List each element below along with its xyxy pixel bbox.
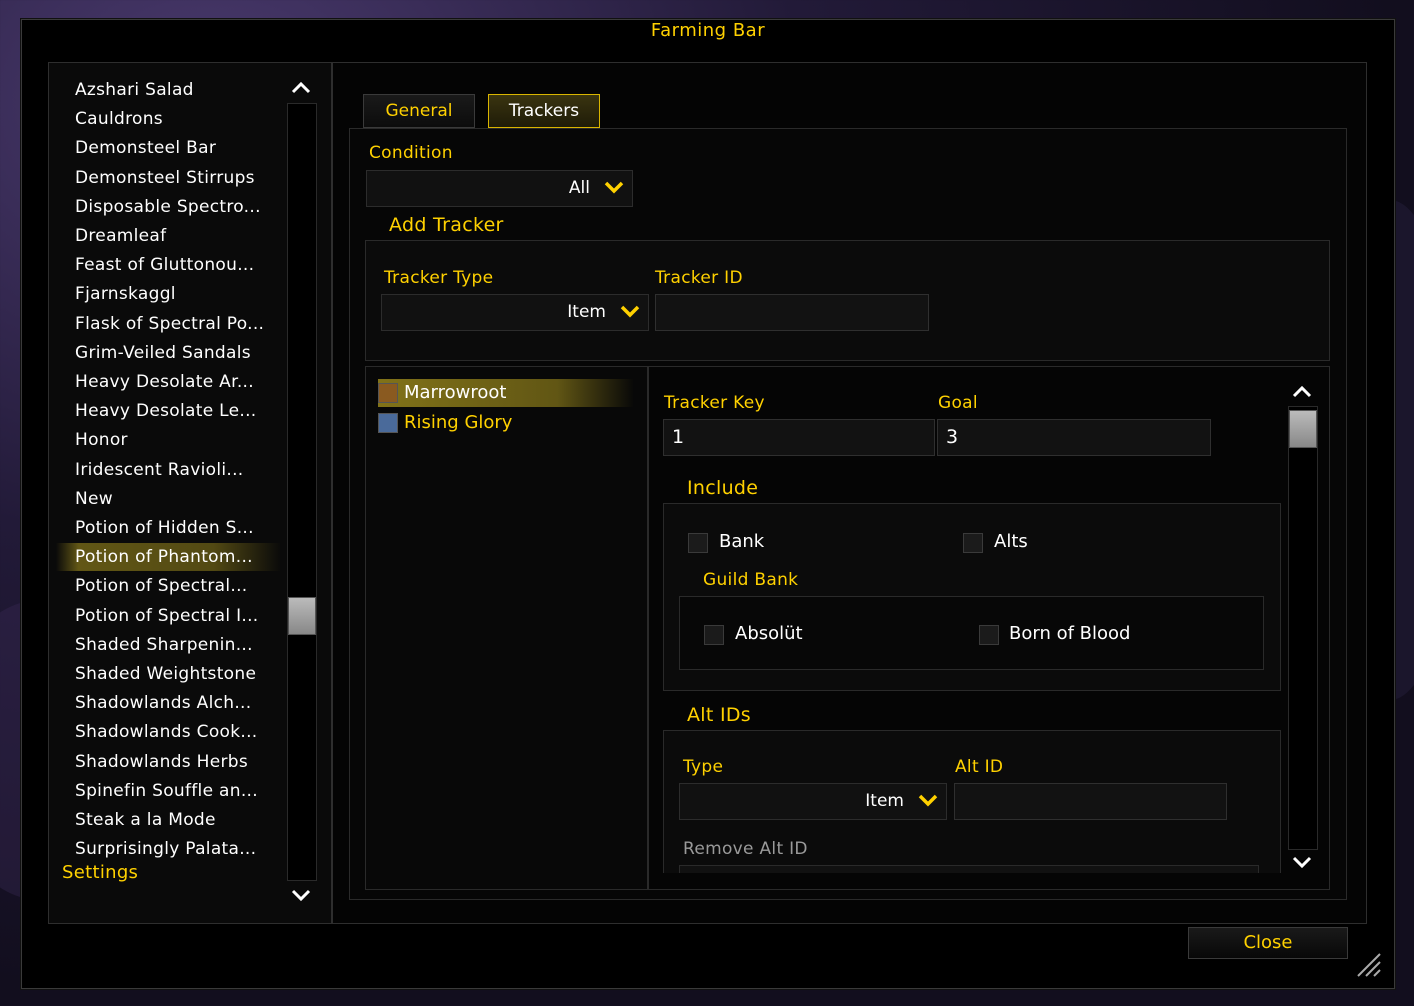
tree-item[interactable]: Grim-Veiled Sandals — [75, 339, 251, 367]
guild-absolut-label: Absolüt — [735, 623, 803, 644]
tab-general[interactable]: General — [363, 94, 475, 128]
detail-scroll-down-icon[interactable] — [1290, 854, 1314, 872]
tree-item[interactable]: Potion of Spectral... — [75, 572, 248, 600]
item-icon — [378, 383, 398, 403]
tree-item[interactable]: Iridescent Ravioli... — [75, 456, 243, 484]
tab-trackers[interactable]: Trackers — [488, 94, 600, 128]
tracker-type-value: Item — [567, 302, 606, 322]
tree-item[interactable]: Cauldrons — [75, 105, 163, 133]
bank-checkbox[interactable] — [688, 533, 708, 553]
remove-alt-id-label: Remove Alt ID — [683, 839, 808, 859]
add-tracker-heading: Add Tracker — [389, 214, 504, 236]
alt-type-label: Type — [683, 757, 724, 777]
tree-item[interactable]: Shadowlands Cook... — [75, 718, 257, 746]
tracker-id-label: Tracker ID — [655, 268, 743, 288]
tree-item[interactable]: Potion of Hidden S... — [75, 514, 254, 542]
tree-item[interactable]: Shaded Weightstone — [75, 660, 256, 688]
include-heading: Include — [687, 477, 759, 499]
guild-born-of-blood-label: Born of Blood — [1009, 623, 1131, 644]
tree-item[interactable]: Spinefin Souffle an... — [75, 777, 258, 805]
condition-value: All — [568, 178, 590, 198]
tree-item-settings[interactable]: Settings — [62, 859, 138, 887]
chevron-down-icon — [604, 181, 624, 194]
tree-item[interactable]: Shaded Sharpenin... — [75, 631, 253, 659]
tracker-name: Rising Glory — [404, 412, 513, 433]
tree-item[interactable]: Heavy Desolate Le... — [75, 397, 257, 425]
alt-id-input[interactable] — [954, 783, 1227, 820]
tree-item[interactable]: Flask of Spectral Po... — [75, 310, 264, 338]
tracker-type-label: Tracker Type — [384, 268, 494, 288]
tree-item[interactable]: Heavy Desolate Ar... — [75, 368, 254, 396]
tree-item[interactable]: Shadowlands Herbs — [75, 748, 248, 776]
tracker-list-item[interactable]: Rising Glory — [378, 409, 512, 437]
scroll-down-icon[interactable] — [289, 887, 313, 905]
tree-item[interactable]: New — [75, 485, 113, 513]
goal-label: Goal — [938, 393, 978, 413]
tracker-key-input[interactable]: 1 — [663, 419, 935, 456]
condition-dropdown[interactable]: All — [366, 170, 633, 207]
window-title: Farming Bar — [650, 20, 766, 41]
detail-scroll-track[interactable] — [1288, 406, 1318, 850]
tree-item[interactable]: Feast of Gluttonou... — [75, 251, 254, 279]
tree-item[interactable]: Demonsteel Stirrups — [75, 164, 255, 192]
tracker-key-label: Tracker Key — [664, 393, 765, 413]
tree-scroll-thumb[interactable] — [288, 597, 316, 635]
close-button[interactable]: Close — [1188, 927, 1348, 959]
alts-checkbox[interactable] — [963, 533, 983, 553]
tracker-list-panel — [365, 366, 648, 890]
tree-item[interactable]: Dreamleaf — [75, 222, 166, 250]
tree-item[interactable]: Shadowlands Alch... — [75, 689, 251, 717]
detail-scroll-up-icon[interactable] — [1290, 384, 1314, 402]
scroll-up-icon[interactable] — [289, 80, 313, 98]
guild-absolut-checkbox[interactable] — [704, 625, 724, 645]
tracker-list-item[interactable]: Marrowroot — [378, 379, 634, 407]
tree-item[interactable]: Demonsteel Bar — [75, 134, 216, 162]
tracker-name: Marrowroot — [404, 382, 507, 403]
tree-item[interactable]: Fjarnskaggl — [75, 280, 176, 308]
alt-type-value: Item — [865, 791, 904, 811]
guild-born-of-blood-checkbox[interactable] — [979, 625, 999, 645]
tree-item[interactable]: Azshari Salad — [75, 76, 194, 104]
resize-grip-icon[interactable] — [1356, 952, 1382, 978]
condition-label: Condition — [369, 143, 453, 163]
alts-label: Alts — [994, 531, 1028, 552]
alt-id-label: Alt ID — [955, 757, 1004, 777]
tree-item[interactable]: Potion of Phantom... — [56, 543, 281, 572]
guild-bank-heading: Guild Bank — [703, 570, 799, 590]
alt-ids-heading: Alt IDs — [687, 704, 751, 726]
tree-item[interactable]: Potion of Spectral I... — [75, 602, 259, 630]
chevron-down-icon — [620, 305, 640, 318]
goal-input[interactable]: 3 — [937, 419, 1211, 456]
remove-alt-id-dropdown[interactable] — [679, 865, 1259, 873]
tracker-id-input[interactable] — [655, 294, 929, 331]
tree-item[interactable]: Steak a la Mode — [75, 806, 216, 834]
tracker-type-dropdown[interactable]: Item — [381, 294, 649, 331]
tree-scroll-track[interactable] — [287, 103, 317, 881]
bank-label: Bank — [719, 531, 765, 552]
tree-item[interactable]: Disposable Spectro... — [75, 193, 261, 221]
chevron-down-icon — [918, 794, 938, 807]
item-icon — [378, 413, 398, 433]
detail-scroll-thumb[interactable] — [1289, 410, 1317, 448]
tree-item[interactable]: Honor — [75, 426, 128, 454]
alt-type-dropdown[interactable]: Item — [679, 783, 947, 820]
